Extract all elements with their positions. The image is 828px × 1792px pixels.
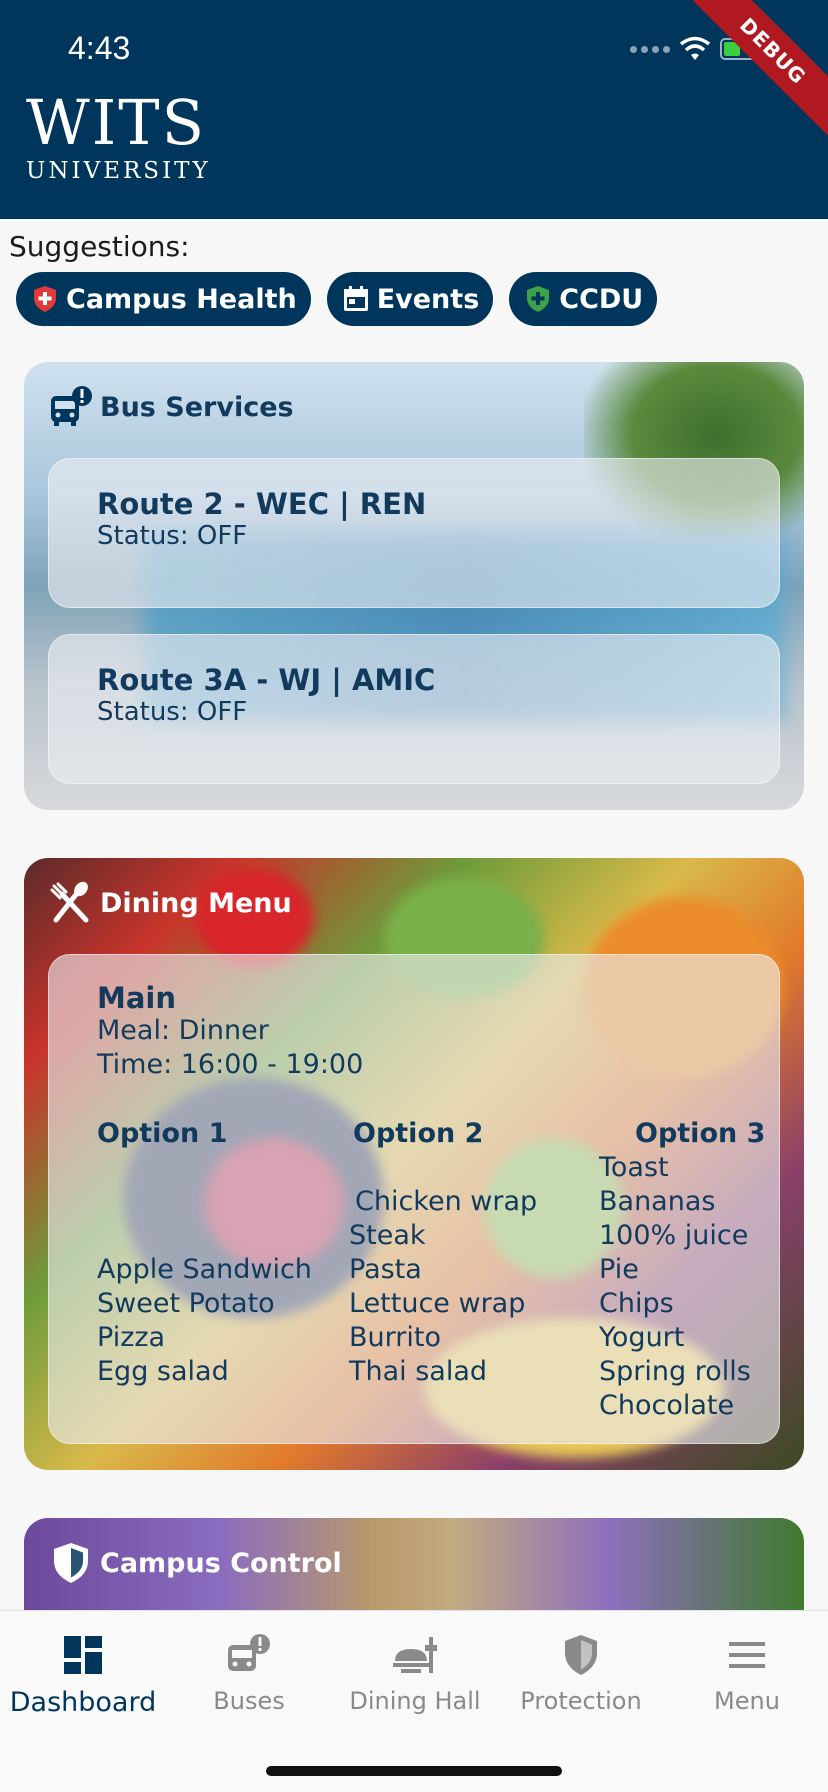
- status-time: 4:43: [68, 30, 131, 66]
- menu-item: Chicken wrap: [355, 1186, 538, 1217]
- menu-item: Chips: [599, 1288, 674, 1319]
- menu-meal: Meal: Dinner: [97, 1015, 269, 1046]
- chip-label: Campus Health: [66, 283, 297, 315]
- wits-logo: WITS UNIVERSITY: [26, 86, 211, 185]
- nav-label: Buses: [213, 1687, 285, 1715]
- card-title-text: Bus Services: [100, 391, 294, 423]
- menu-item: Apple Sandwich: [97, 1254, 312, 1285]
- chip-ccdu[interactable]: CCDU: [509, 272, 658, 326]
- menu-item: Burrito: [349, 1322, 441, 1353]
- menu-item: Pasta: [349, 1254, 422, 1285]
- nav-buses[interactable]: Buses: [166, 1631, 332, 1715]
- menu-section: Main: [97, 981, 177, 1015]
- menu-item: 100% juice: [599, 1220, 749, 1251]
- menu-panel: Main Meal: Dinner Time: 16:00 - 19:00 Op…: [48, 954, 780, 1444]
- chip-label: CCDU: [559, 283, 644, 315]
- menu-item: Steak: [349, 1220, 426, 1251]
- security-shield-icon: [54, 1543, 88, 1583]
- menu-item: Sweet Potato: [97, 1288, 275, 1319]
- nav-label: Protection: [520, 1687, 642, 1715]
- card-title-text: Campus Control: [100, 1547, 342, 1579]
- hamburger-menu-icon: [729, 1642, 765, 1668]
- campus-control-title: Campus Control: [48, 1540, 342, 1586]
- card-title-text: Dining Menu: [100, 887, 292, 919]
- bottom-navigation: Dashboard Buses Dining Hall Protection M…: [0, 1610, 828, 1792]
- nav-dashboard[interactable]: Dashboard: [0, 1631, 166, 1718]
- route-status: Status: OFF: [97, 521, 248, 551]
- chip-events[interactable]: Events: [326, 272, 494, 326]
- app-header: 4:43 DEBUG WITS UNIVERSITY: [0, 0, 828, 219]
- bus-services-card[interactable]: Bus Services Route 2 - WEC | REN Status:…: [24, 362, 804, 810]
- calendar-icon: [343, 286, 368, 311]
- utensils-icon: [50, 881, 89, 923]
- menu-item: Pizza: [97, 1322, 166, 1353]
- menu-time: Time: 16:00 - 19:00: [97, 1049, 364, 1080]
- nav-menu[interactable]: Menu: [664, 1631, 828, 1715]
- option-header: Option 2: [353, 1118, 484, 1149]
- health-shield-icon: [34, 286, 56, 312]
- route-status: Status: OFF: [97, 697, 248, 727]
- logo-main: WITS: [26, 86, 207, 159]
- bus-alert-icon: [51, 386, 92, 426]
- option-3-column: Option 3 Toast Bananas 100% juice Pie Ch…: [599, 1117, 765, 1423]
- chip-label: Events: [376, 283, 480, 315]
- menu-item: Yogurt: [599, 1322, 685, 1353]
- nav-dining-hall[interactable]: Dining Hall: [332, 1631, 498, 1715]
- signal-icon: [630, 45, 670, 53]
- menu-item: Spring rolls: [599, 1356, 751, 1387]
- option-1-column: Option 1 Apple Sandwich Sweet Potato Piz…: [97, 1117, 312, 1389]
- menu-item: Toast: [599, 1152, 669, 1183]
- menu-item: Thai salad: [349, 1356, 488, 1387]
- nav-protection[interactable]: Protection: [498, 1631, 664, 1715]
- nav-label: Dashboard: [9, 1687, 157, 1718]
- home-indicator[interactable]: [266, 1766, 562, 1776]
- option-2-column: Option 2 Chicken wrap Steak Pasta Lettuc…: [349, 1117, 537, 1389]
- wifi-icon: [680, 36, 710, 60]
- suggestion-chips: Campus Health Events CCDU: [16, 272, 658, 326]
- dining-hall-icon: [393, 1637, 437, 1673]
- logo-sub: UNIVERSITY: [26, 158, 211, 184]
- menu-item: Lettuce wrap: [349, 1288, 526, 1319]
- route-card[interactable]: Route 3A - WJ | AMIC Status: OFF: [48, 634, 780, 784]
- option-header: Option 3: [635, 1118, 766, 1149]
- shield-plus-icon: [527, 286, 550, 312]
- menu-item: Chocolate: [599, 1390, 735, 1421]
- option-header: Option 1: [97, 1118, 228, 1149]
- bus-alert-icon: [228, 1634, 270, 1671]
- nav-label: Dining Hall: [349, 1687, 481, 1715]
- menu-item: Bananas: [599, 1186, 716, 1217]
- security-shield-icon: [565, 1635, 597, 1675]
- menu-item: Egg salad: [97, 1356, 229, 1387]
- dining-menu-title: Dining Menu: [48, 880, 292, 926]
- nav-label: Menu: [714, 1687, 780, 1715]
- chip-campus-health[interactable]: Campus Health: [16, 272, 311, 326]
- route-card[interactable]: Route 2 - WEC | REN Status: OFF: [48, 458, 780, 608]
- debug-banner: DEBUG: [676, 0, 828, 148]
- dashboard-icon: [64, 1636, 102, 1674]
- bus-services-title: Bus Services: [48, 384, 294, 430]
- suggestions-label: Suggestions:: [9, 230, 190, 263]
- route-name: Route 2 - WEC | REN: [97, 487, 427, 521]
- dining-menu-card[interactable]: Dining Menu Main Meal: Dinner Time: 16:0…: [24, 858, 804, 1470]
- route-name: Route 3A - WJ | AMIC: [97, 663, 436, 697]
- menu-item: Pie: [599, 1254, 639, 1285]
